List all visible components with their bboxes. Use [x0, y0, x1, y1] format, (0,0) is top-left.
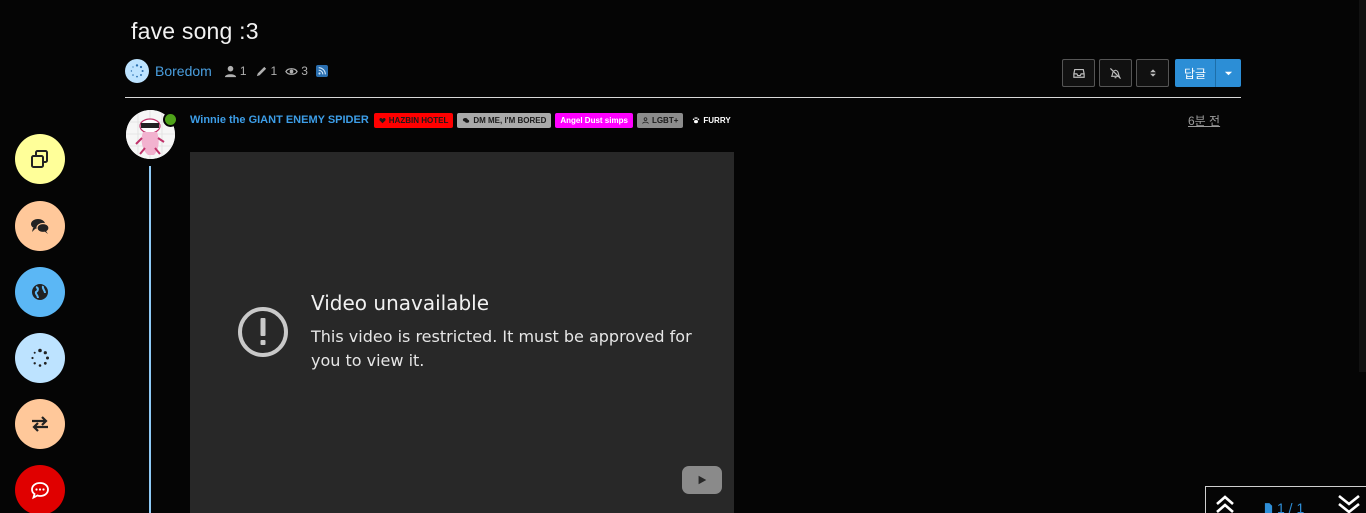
topic-title: fave song :3: [131, 18, 259, 44]
pencil-icon: [256, 66, 266, 76]
pagination-bar: 1 / 1: [1205, 486, 1366, 513]
badge-angel-dust-simps[interactable]: Angel Dust simps: [555, 112, 633, 128]
heart-icon: [379, 117, 386, 123]
posters-count: 1: [239, 64, 247, 78]
globe-button[interactable]: [15, 267, 65, 317]
caret-down-icon: [1224, 71, 1233, 75]
post-header: Winnie the GIANT ENEMY SPIDER HAZBIN HOT…: [190, 112, 736, 128]
youtube-logo-icon[interactable]: [682, 466, 722, 494]
exchange-icon: [32, 416, 48, 432]
sort-button[interactable]: [1136, 59, 1169, 87]
chats-button[interactable]: [15, 201, 65, 251]
paw-icon: [693, 117, 700, 124]
author-name[interactable]: Winnie the GIANT ENEMY SPIDER: [190, 114, 369, 126]
copy-button[interactable]: [15, 134, 65, 184]
chat-icon: [463, 117, 470, 123]
views-stat: 3: [285, 64, 308, 78]
recent-button[interactable]: [15, 333, 65, 383]
inbox-button[interactable]: [1062, 59, 1095, 87]
posters-stat: 1: [224, 64, 247, 78]
user-icon: [642, 116, 649, 124]
reply-button-group: 답글: [1175, 59, 1241, 87]
spinner-icon: [31, 348, 49, 367]
thread-line: [149, 166, 151, 513]
page-indicator[interactable]: 1 / 1: [1264, 500, 1304, 513]
scrollbar[interactable]: [1359, 0, 1366, 372]
copy-icon: [31, 150, 48, 168]
bell-slash-icon: [1109, 67, 1122, 79]
rss-icon[interactable]: [315, 65, 328, 77]
chat-button[interactable]: [15, 465, 65, 513]
post-timestamp[interactable]: 6분 전: [1188, 112, 1220, 129]
header-divider: [125, 97, 1241, 98]
eye-icon: [285, 67, 298, 75]
posts-stat: 1: [255, 64, 278, 78]
badge-dm-me[interactable]: DM ME, I'M BORED: [457, 112, 552, 128]
category-icon[interactable]: [125, 59, 149, 83]
posts-count: 1: [270, 64, 278, 78]
category-link[interactable]: Boredom: [155, 63, 212, 79]
topic-meta: Boredom 1 1 3: [125, 59, 328, 83]
views-count: 3: [301, 64, 308, 78]
double-chevron-down-icon[interactable]: [1336, 493, 1362, 513]
video-error-message: This video is restricted. It must be app…: [311, 327, 692, 370]
video-embed[interactable]: Video unavailable This video is restrict…: [190, 152, 734, 513]
user-icon: [224, 65, 236, 77]
badge-lgbt[interactable]: LGBT+: [636, 112, 684, 128]
badge-hazbin-hotel[interactable]: HAZBIN HOTEL: [373, 112, 454, 128]
sort-icon: [1149, 69, 1156, 77]
online-status-dot: [163, 112, 178, 127]
reply-button[interactable]: 답글: [1175, 59, 1215, 87]
exclamation-circle-icon: [238, 307, 288, 357]
mute-notifications-button[interactable]: [1099, 59, 1132, 87]
comments-icon: [31, 219, 50, 234]
double-chevron-up-icon[interactable]: [1214, 493, 1236, 513]
globe-icon: [32, 284, 48, 300]
badge-furry[interactable]: FURRY: [687, 113, 735, 128]
reply-dropdown-toggle[interactable]: [1215, 59, 1241, 87]
file-icon: [1264, 502, 1273, 513]
inbox-icon: [1072, 68, 1085, 78]
chat-bubble-icon: [31, 482, 49, 500]
video-error-title: Video unavailable: [311, 291, 490, 315]
swap-button[interactable]: [15, 399, 65, 449]
